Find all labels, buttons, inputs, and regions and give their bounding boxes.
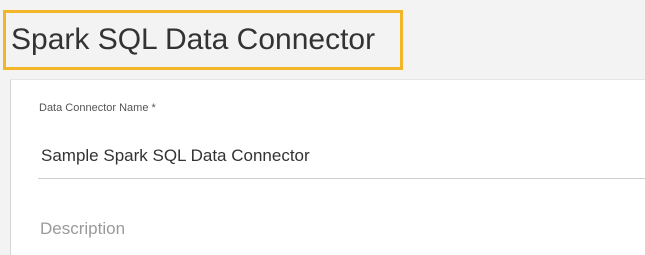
page: Spark SQL Data Connector Data Connector … bbox=[0, 0, 645, 255]
description-field[interactable]: Description bbox=[40, 219, 125, 239]
page-title: Spark SQL Data Connector bbox=[11, 23, 376, 56]
connector-name-label: Data Connector Name * bbox=[39, 102, 156, 114]
connector-name-value[interactable]: Sample Spark SQL Data Connector bbox=[41, 146, 310, 166]
